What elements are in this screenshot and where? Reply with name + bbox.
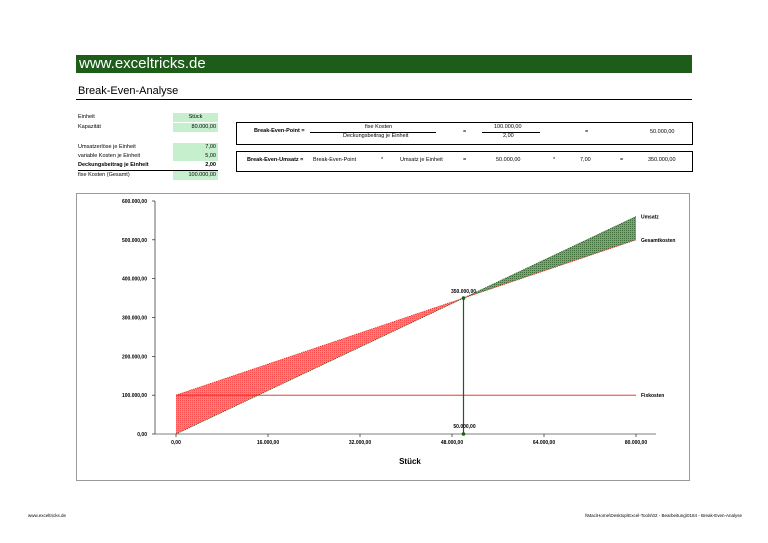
x-tick-label: 48.000,00 — [441, 440, 463, 446]
y-tick-label: 200.000,00 — [122, 354, 147, 360]
y-tick-label: 300.000,00 — [122, 316, 147, 322]
series-line-gesamtkosten — [175, 239, 637, 396]
y-tick-label: 100.000,00 — [122, 393, 147, 399]
x-tick-label: 32.000,00 — [349, 440, 371, 446]
x-tick-label: 64.000,00 — [533, 440, 555, 446]
series-label-gesamtkosten: Gesamtkosten — [641, 238, 675, 244]
x-tick-label: 0,00 — [171, 440, 181, 446]
series-line-umsatz — [175, 216, 637, 435]
y-tick-label: 400.000,00 — [122, 277, 147, 283]
y-tick-label: 500.000,00 — [122, 238, 147, 244]
break-even-x-label: 50.000,00 — [453, 424, 475, 430]
y-tick-label: 600.000,00 — [122, 199, 147, 205]
footer-path: \\Mac\Home\Desktop\Excel-Tools\02 - Bear… — [584, 513, 742, 518]
break-even-point-marker — [461, 296, 466, 300]
y-tick-label: 0,00 — [137, 432, 147, 438]
footer-site: www.exceltricks.de — [28, 513, 67, 518]
series-label-umsatz: Umsatz — [641, 215, 659, 221]
break-even-point-label: 350.000,00 — [451, 289, 476, 295]
x-tick-label: 16.000,00 — [257, 440, 279, 446]
series-label-fixkosten: Fixkosten — [641, 393, 664, 399]
break-even-chart: 0,00 100.000,00 200.000,00 300.000,00 400.00… — [122, 199, 676, 466]
x-axis-label: Stück — [399, 457, 421, 466]
x-tick-label: 80.000,00 — [625, 440, 647, 446]
break-even-x-marker — [461, 432, 466, 436]
